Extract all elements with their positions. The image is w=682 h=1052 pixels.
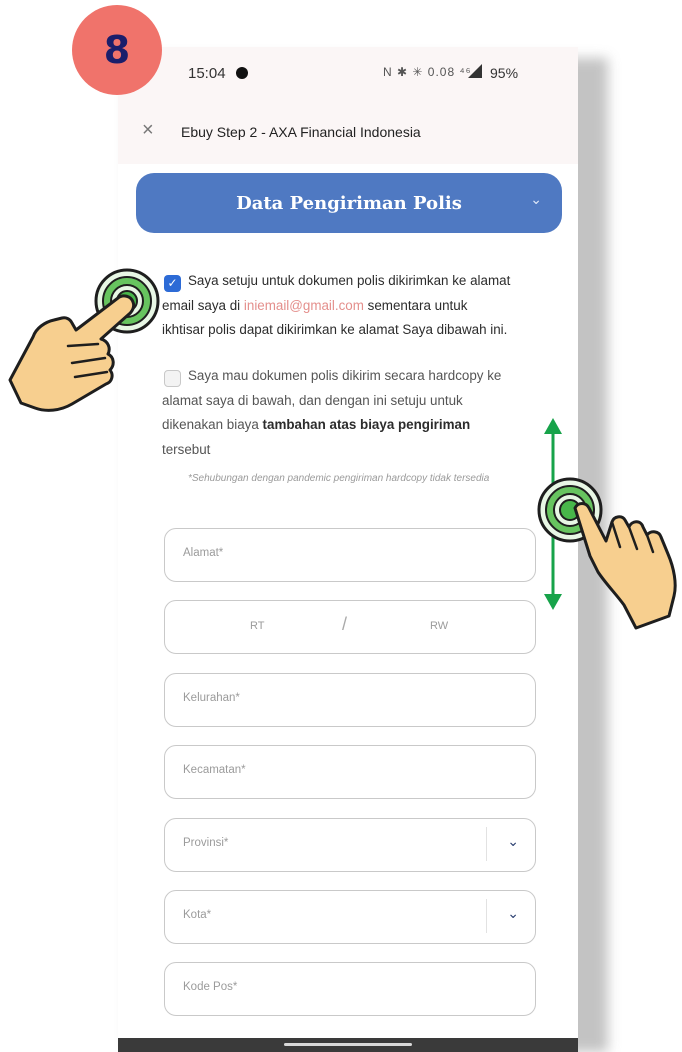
kecamatan-placeholder: Kecamatan* <box>183 764 246 776</box>
app-bar: × Ebuy Step 2 - AXA Financial Indonesia <box>118 102 578 164</box>
battery-level: 95% <box>490 65 519 81</box>
phone-screen: 15:04 N ✱ ✳ 0.08 ⁴⁶ 95% × Ebuy Step 2 - … <box>118 47 578 1052</box>
alamat-field[interactable]: Alamat* <box>164 528 536 582</box>
section-header-data-pengiriman[interactable]: Data Pengiriman Polis ⌄ <box>136 173 562 233</box>
provinsi-select[interactable]: Provinsi* ⌄ <box>164 818 536 872</box>
status-bar: 15:04 N ✱ ✳ 0.08 ⁴⁶ 95% <box>118 47 578 102</box>
kecamatan-field[interactable]: Kecamatan* <box>164 745 536 799</box>
notification-dot-icon <box>236 67 248 79</box>
signal-icon <box>468 64 482 78</box>
pandemic-note-text: *Sehubungan dengan pandemic pengiriman h… <box>188 473 490 484</box>
tap-gesture-icon <box>8 268 160 412</box>
consent-email-text: Saya setuju untuk dokumen polis dikirimk… <box>162 269 512 343</box>
consent-hardcopy-text: Saya mau dokumen polis dikirim secara ha… <box>162 364 512 462</box>
rt-rw-separator: / <box>342 614 348 634</box>
alamat-placeholder: Alamat* <box>183 547 224 559</box>
status-time: 15:04 <box>188 65 226 82</box>
chevron-down-icon: ⌄ <box>507 833 519 849</box>
consent-hardcopy-text-after: tersebut <box>162 441 211 457</box>
chevron-down-icon: ⌄ <box>507 905 519 921</box>
page-title: Ebuy Step 2 - AXA Financial Indonesia <box>181 124 421 140</box>
pandemic-note: *Sehubungan dengan pandemic pengiriman h… <box>162 467 522 491</box>
rt-rw-field[interactable]: RT / RW <box>164 600 536 654</box>
kota-select[interactable]: Kota* ⌄ <box>164 890 536 944</box>
kelurahan-placeholder: Kelurahan* <box>183 692 240 704</box>
step-number-badge: 8 <box>72 5 162 95</box>
nav-handle[interactable] <box>284 1043 412 1046</box>
system-nav-bar <box>118 1038 578 1052</box>
kode-pos-placeholder: Kode Pos* <box>183 981 238 993</box>
section-title: Data Pengiriman Polis <box>236 192 462 214</box>
close-icon[interactable]: × <box>142 119 154 142</box>
consent-hardcopy-bold: tambahan atas biaya pengiriman <box>262 417 471 432</box>
provinsi-placeholder: Provinsi* <box>183 837 229 849</box>
select-divider <box>486 827 487 861</box>
scroll-gesture-icon <box>537 418 677 630</box>
email-address: iniemail@gmail.com <box>243 297 364 313</box>
kelurahan-field[interactable]: Kelurahan* <box>164 673 536 727</box>
rt-placeholder: RT <box>250 620 265 632</box>
kode-pos-field[interactable]: Kode Pos* <box>164 962 536 1016</box>
status-icons: N ✱ ✳ 0.08 ⁴⁶ <box>383 65 472 79</box>
kota-placeholder: Kota* <box>183 909 212 921</box>
rw-placeholder: RW <box>430 620 449 632</box>
chevron-down-icon: ⌄ <box>530 191 542 207</box>
select-divider <box>486 899 487 933</box>
